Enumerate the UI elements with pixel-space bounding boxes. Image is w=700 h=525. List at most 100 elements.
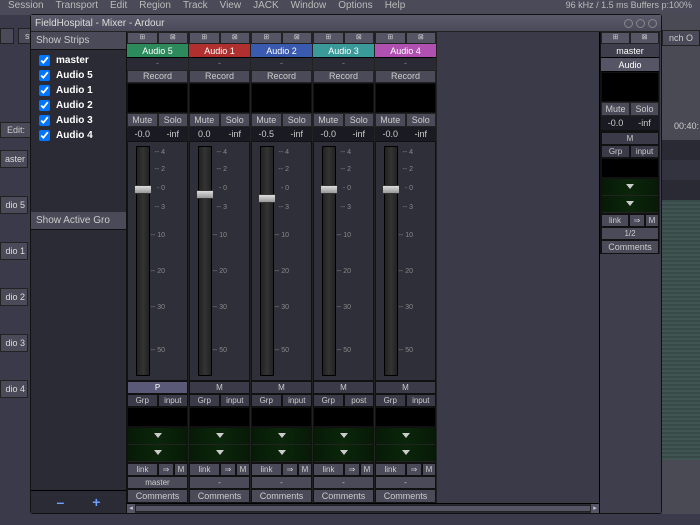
track-master[interactable]: aster [0,150,28,168]
scroll-thumb[interactable] [135,505,591,512]
group-button[interactable]: Grp [601,145,630,158]
pan-slider[interactable] [128,445,187,462]
group-button[interactable]: Grp [127,394,158,407]
strip-name[interactable]: Audio 2 [251,44,312,58]
comments-button[interactable]: Comments [601,240,659,254]
post-redirect-box[interactable] [375,407,436,427]
strip-narrow-button[interactable]: ⊞ [189,32,220,44]
menu-options[interactable]: Options [338,0,372,11]
strip-list-item[interactable]: Audio 5 [31,68,126,83]
redirect-box[interactable] [251,83,312,113]
group-button[interactable]: Grp [375,394,406,407]
post-redirect-box[interactable] [601,158,659,178]
strip-visible-checkbox[interactable] [39,115,50,126]
peak-display[interactable]: -inf [406,127,437,141]
group-button[interactable]: Grp [313,394,344,407]
panner[interactable] [313,427,374,463]
menu-transport[interactable]: Transport [56,0,98,11]
input-button[interactable]: input [158,394,189,407]
scroll-left-icon[interactable]: ◂ [127,504,135,513]
panner[interactable] [601,178,659,214]
pan-slider[interactable] [602,179,658,196]
peak-display[interactable]: -inf [220,127,251,141]
output-button[interactable]: - [189,476,250,489]
pan-slider[interactable] [190,445,249,462]
output-button[interactable]: - [313,476,374,489]
strip-visible-checkbox[interactable] [39,100,50,111]
comments-button[interactable]: Comments [189,489,250,503]
record-button[interactable]: Record [189,70,250,83]
post-redirect-box[interactable] [127,407,188,427]
pan-slider[interactable] [252,445,311,462]
solo-button[interactable]: Solo [158,113,189,127]
mute-button[interactable]: Mute [127,113,158,127]
close-icon[interactable] [648,19,657,28]
strip-narrow-button[interactable]: ⊞ [251,32,282,44]
pan-link-arrow-icon[interactable]: ⇒ [629,214,645,227]
peak-display[interactable]: -inf [158,127,189,141]
menu-window[interactable]: Window [291,0,327,11]
pan-link-button[interactable]: link [127,463,158,476]
strip-name[interactable]: master [601,44,659,58]
mute-button[interactable]: Mute [189,113,220,127]
titlebar[interactable]: FieldHospital - Mixer - Ardour [31,15,661,32]
strip-hide-button[interactable]: ⊠ [344,32,375,44]
mute-button[interactable]: Mute [313,113,344,127]
strip-narrow-button[interactable]: ⊞ [313,32,344,44]
pan-link-arrow-icon[interactable]: ⇒ [344,463,360,476]
pan-mode-button[interactable]: M [422,463,436,476]
strip-visible-checkbox[interactable] [39,130,50,141]
pan-link-button[interactable]: link [189,463,220,476]
strip-name[interactable]: Audio 4 [375,44,436,58]
pan-mode-button[interactable]: M [236,463,250,476]
pan-mode-button[interactable]: M [174,463,188,476]
comments-button[interactable]: Comments [127,489,188,503]
redirect-box[interactable] [313,83,374,113]
output-button[interactable]: master [127,476,188,489]
track-audio1[interactable]: dio 1 [0,242,28,260]
pan-link-button[interactable]: link [251,463,282,476]
peak-display[interactable]: -inf [344,127,375,141]
comments-button[interactable]: Comments [251,489,312,503]
solo-button[interactable]: Solo [344,113,375,127]
strip-name[interactable]: Audio 1 [189,44,250,58]
track-audio3[interactable]: dio 3 [0,334,28,352]
record-button[interactable]: Record [127,70,188,83]
post-redirect-box[interactable] [189,407,250,427]
remove-group-button[interactable]: – [57,494,65,510]
solo-button[interactable]: Solo [282,113,313,127]
post-redirect-box[interactable] [251,407,312,427]
pan-link-button[interactable]: link [313,463,344,476]
record-button[interactable]: Record [375,70,436,83]
route-indicator[interactable]: M [189,381,250,394]
pan-slider[interactable] [190,428,249,445]
strip-hide-button[interactable]: ⊠ [158,32,189,44]
solo-button[interactable]: Solo [406,113,437,127]
comments-button[interactable]: Comments [313,489,374,503]
redirect-box[interactable] [127,83,188,113]
pan-link-button[interactable]: link [601,214,629,227]
panner[interactable] [375,427,436,463]
strip-name[interactable]: Audio 5 [127,44,188,58]
track-audio2[interactable]: dio 2 [0,288,28,306]
pan-mode-button[interactable]: M [298,463,312,476]
gain-display[interactable]: -0.0 [313,127,344,141]
strip-list-item[interactable]: Audio 4 [31,128,126,143]
route-indicator[interactable]: M [313,381,374,394]
strip-narrow-button[interactable]: ⊞ [375,32,406,44]
pan-link-button[interactable]: link [375,463,406,476]
pan-slider[interactable] [376,428,435,445]
gain-display[interactable]: 0.0 [189,127,220,141]
scroll-right-icon[interactable]: ▸ [591,504,599,513]
record-button[interactable]: Record [251,70,312,83]
pan-mode-button[interactable]: M [645,214,659,227]
pan-link-arrow-icon[interactable]: ⇒ [220,463,236,476]
strip-narrow-button[interactable]: ⊞ [127,32,158,44]
min-icon[interactable] [624,19,633,28]
strip-hide-button[interactable]: ⊠ [220,32,251,44]
track-audio4[interactable]: dio 4 [0,380,28,398]
pan-slider[interactable] [376,445,435,462]
pan-slider[interactable] [314,445,373,462]
output-button[interactable]: - [375,476,436,489]
gain-display[interactable]: -0.0 [601,116,630,130]
